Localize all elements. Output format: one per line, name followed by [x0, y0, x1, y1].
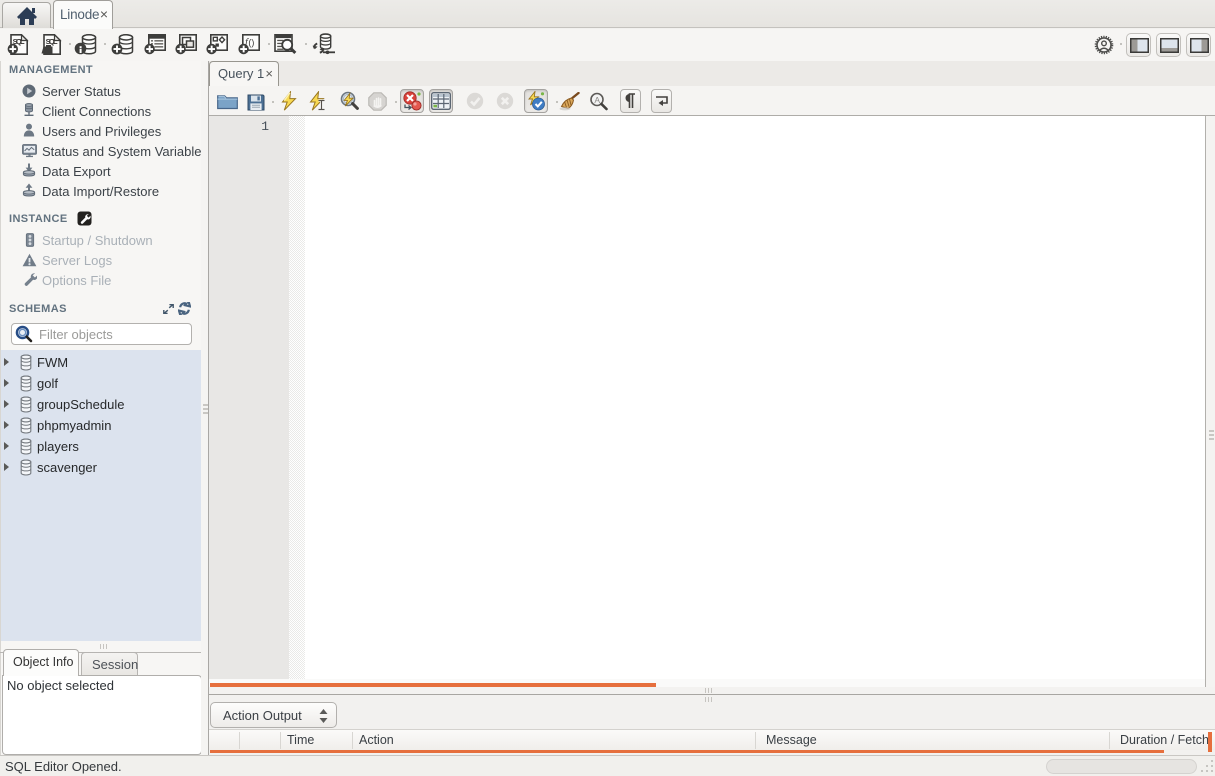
- svg-text:A: A: [594, 95, 600, 105]
- svg-text:SQL: SQL: [46, 37, 58, 46]
- svg-text:(): (): [248, 37, 254, 47]
